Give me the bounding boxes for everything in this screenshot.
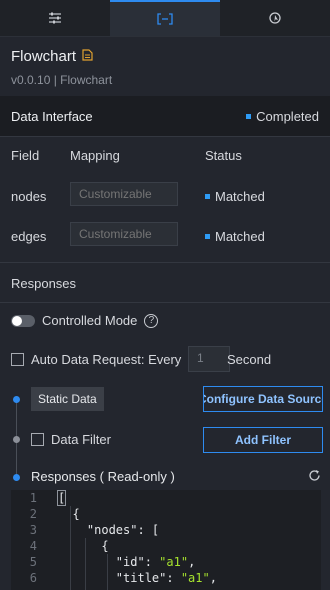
timeline-dot (13, 436, 20, 443)
match-status: Matched (205, 229, 265, 244)
static-data-tag[interactable]: Static Data (31, 387, 104, 411)
responses-readonly-label: Responses ( Read-only ) (31, 469, 175, 484)
component-header: Flowchart v0.0.10 | Flowchart (11, 48, 321, 87)
code-line: { (58, 538, 321, 554)
response-code-viewer[interactable]: 1 2 3 4 5 6 [ { "nodes": [ { "id": "a1", "tit… (11, 490, 321, 590)
data-interface-status-text: Completed (256, 108, 319, 124)
auto-request-row: Auto Data Request: Every 1 Second (11, 346, 321, 372)
configure-data-source-button[interactable]: Configure Data Source (203, 386, 323, 412)
line-number: 3 (29, 523, 37, 537)
component-title: Flowchart (11, 48, 77, 65)
auto-request-label: Auto Data Request: Every (31, 352, 182, 367)
interval-input[interactable]: 1 (188, 346, 230, 372)
match-status-text: Matched (215, 229, 265, 244)
timeline-dot (13, 396, 20, 403)
column-status: Status (205, 148, 242, 163)
line-number: 2 (29, 507, 37, 521)
code-line: "nodes": [ (58, 522, 321, 538)
status-dot-icon (205, 234, 210, 239)
help-icon[interactable]: ? (144, 313, 159, 328)
refresh-icon[interactable] (308, 469, 321, 485)
status-dot-icon (205, 194, 210, 199)
code-line: { (58, 506, 321, 522)
code-token: { (58, 507, 80, 521)
code-token: "a1" (180, 571, 210, 585)
code-token: "a1" (159, 555, 189, 569)
toggle-knob (12, 315, 22, 326)
column-field: Field (11, 148, 40, 163)
sliders-icon (48, 12, 62, 24)
add-filter-button[interactable]: Add Filter (203, 427, 323, 453)
data-filter-checkbox[interactable] (31, 433, 44, 446)
controlled-mode-row: Controlled Mode ? (11, 313, 159, 328)
field-name: edges (11, 229, 47, 244)
code-token: , (188, 555, 196, 569)
controlled-mode-toggle[interactable] (11, 314, 35, 327)
code-token: : (166, 571, 181, 585)
mapping-table-header: Field Mapping Status (0, 143, 330, 169)
mapping-row-edges: edges Matched (0, 222, 330, 252)
divider (0, 262, 330, 263)
code-lines: [ { "nodes": [ { "id": "a1", "title": "a… (56, 490, 321, 590)
line-number: 4 (29, 539, 37, 553)
line-number: 6 (29, 571, 37, 585)
code-line: "title": "a1", (58, 570, 321, 586)
data-interface-status: Completed (246, 109, 319, 124)
field-name: nodes (11, 189, 47, 204)
data-filter-row: Data Filter (31, 432, 111, 447)
mapping-row-nodes: nodes Matched (0, 182, 330, 212)
component-version: v0.0.10 | Flowchart (11, 73, 113, 87)
tab-data[interactable] (110, 0, 220, 36)
match-status: Matched (205, 189, 265, 204)
interval-unit: Second (227, 352, 272, 367)
code-token: "nodes" (58, 523, 138, 537)
timeline-dot (13, 474, 20, 481)
responses-section-title: Responses (11, 276, 77, 291)
mapping-input-edges[interactable] (70, 222, 178, 246)
panel-tabs (0, 0, 330, 37)
auto-request-checkbox[interactable] (11, 353, 24, 366)
code-token: : (144, 555, 160, 569)
mapping-input-nodes[interactable] (70, 182, 178, 206)
match-status-text: Matched (215, 189, 265, 204)
status-dot-icon (246, 113, 252, 119)
controlled-mode-label: Controlled Mode (42, 313, 138, 328)
code-token: : [ (137, 523, 160, 537)
code-token: "id" (58, 555, 145, 569)
code-token: "title" (58, 571, 167, 585)
line-number: 1 (29, 491, 37, 505)
tab-style[interactable] (0, 0, 110, 36)
code-token: [ (56, 490, 67, 506)
code-line: [ (56, 490, 321, 506)
code-line: "id": "a1", (58, 554, 321, 570)
data-filter-label: Data Filter (51, 432, 111, 447)
line-number: 5 (29, 555, 37, 569)
document-icon[interactable] (82, 49, 93, 64)
data-interface-bar: Data Interface Completed (0, 96, 330, 136)
data-interface-title: Data Interface (11, 108, 93, 124)
divider (0, 302, 330, 303)
divider (0, 136, 330, 137)
data-bracket-icon (157, 13, 173, 25)
interaction-icon (268, 11, 282, 25)
tab-interaction[interactable] (220, 0, 330, 36)
line-number-gutter: 1 2 3 4 5 6 (11, 490, 49, 590)
column-mapping: Mapping (70, 148, 120, 163)
code-token: { (58, 539, 109, 553)
code-token: , (209, 571, 217, 585)
